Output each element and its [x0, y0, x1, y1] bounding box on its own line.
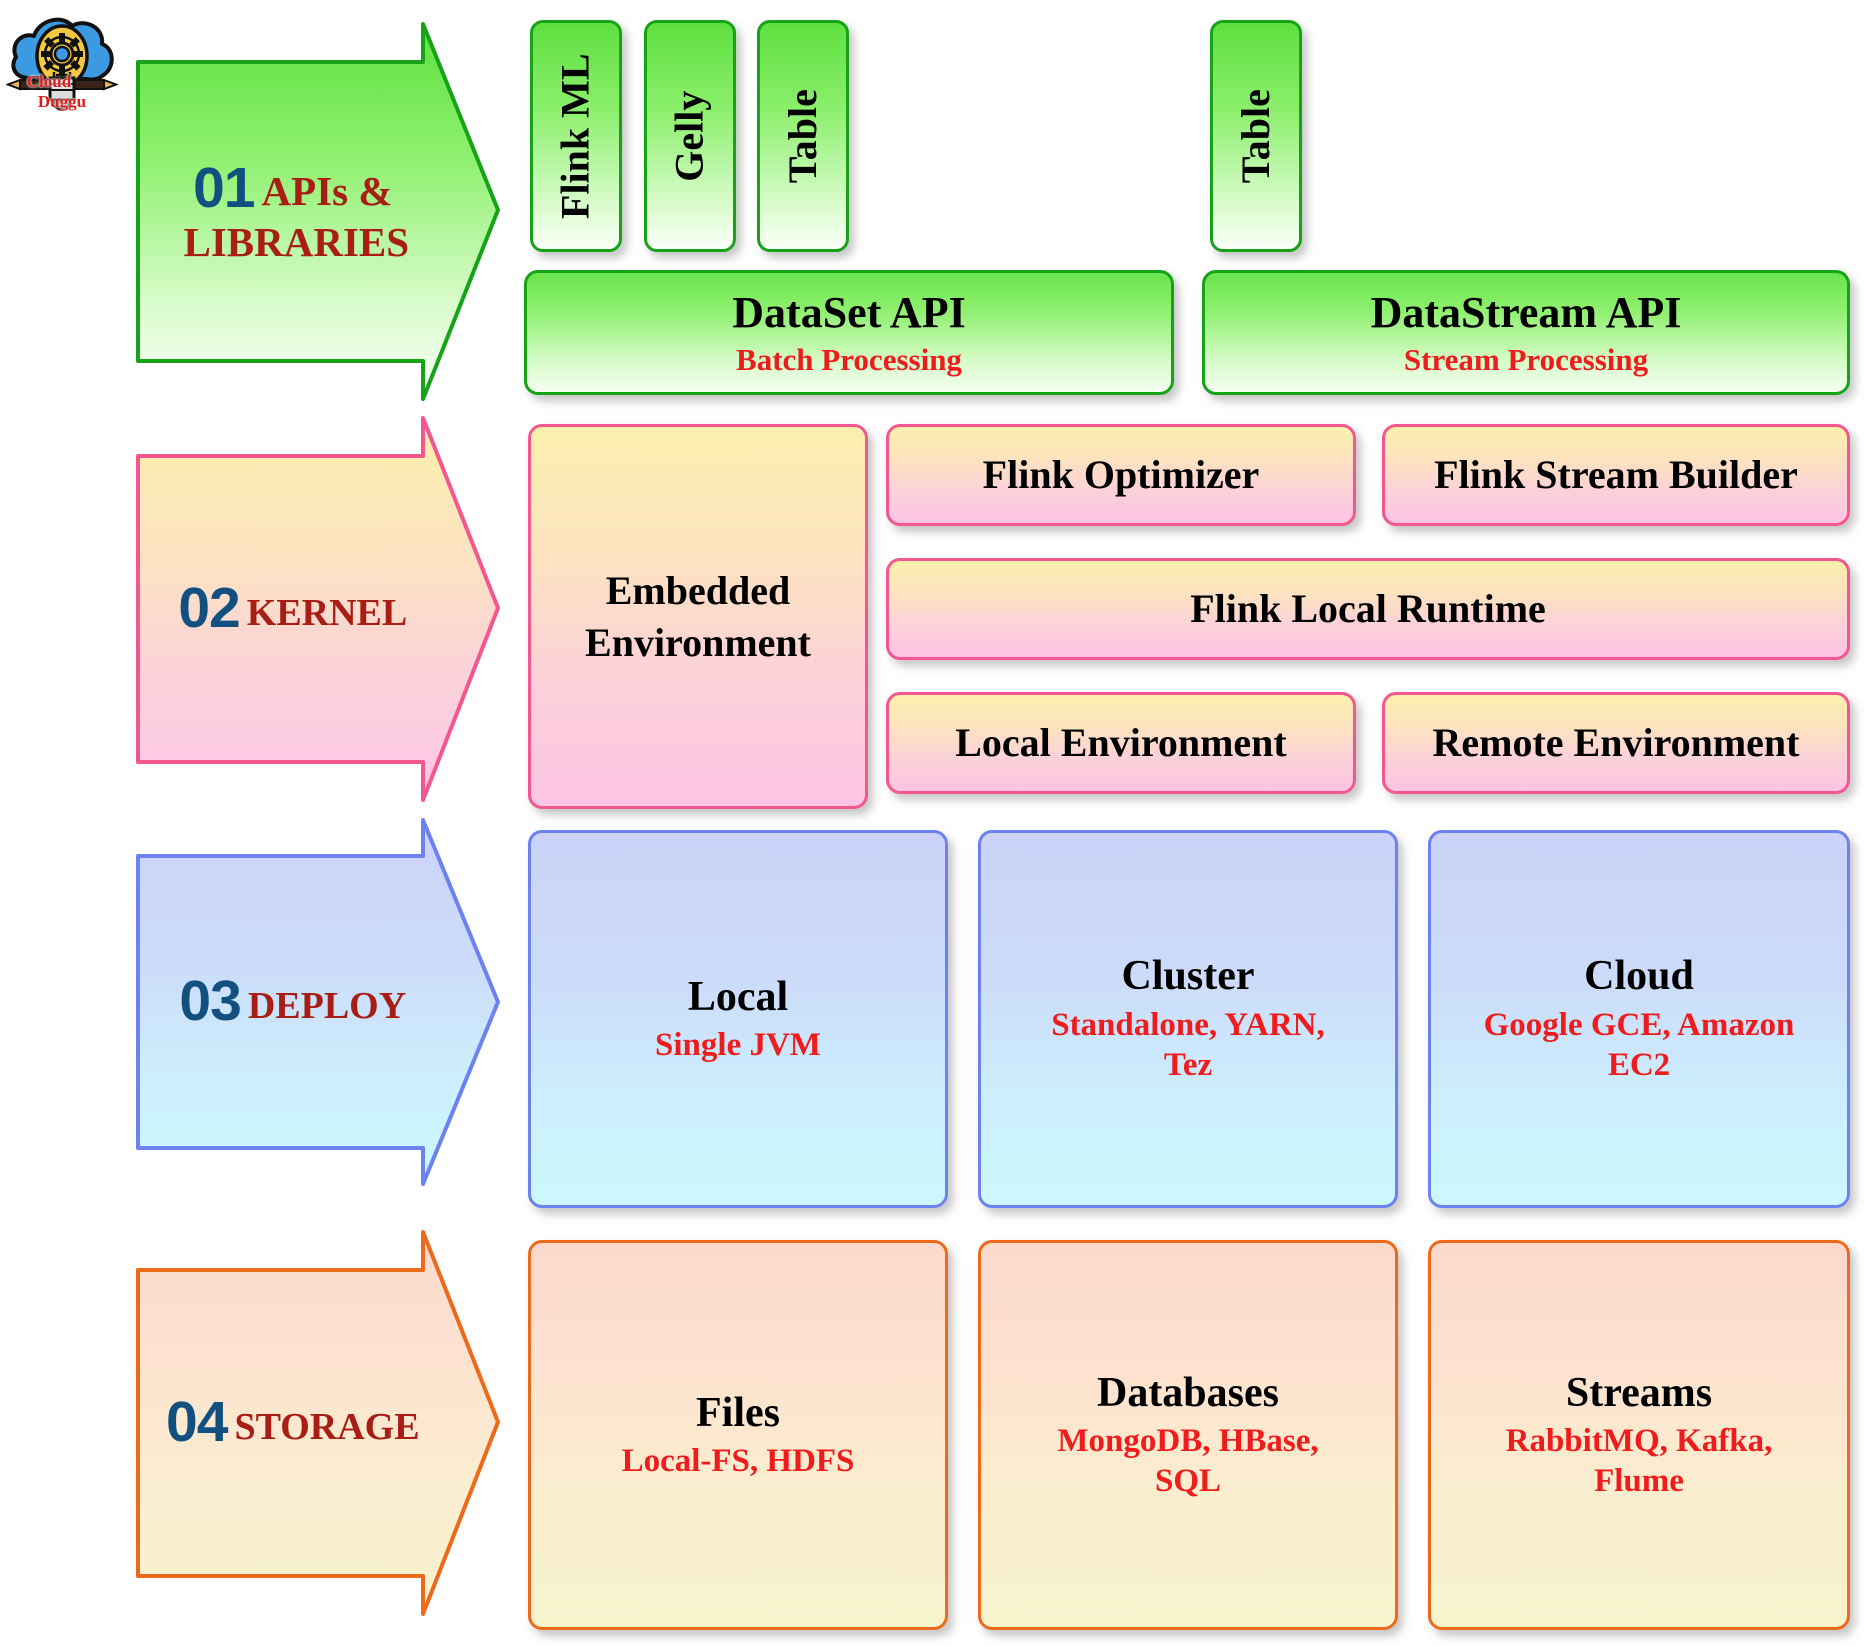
layer-word-03: DEPLOY: [247, 985, 407, 1028]
library-box-label: Table: [1232, 88, 1278, 184]
embedded-environment-title: Embedded Environment: [585, 567, 811, 665]
deploy-cloud-title: Cloud: [1584, 953, 1694, 1000]
library-box-flink-ml[interactable]: Flink ML: [530, 20, 622, 252]
storage-databases-title: Databases: [1096, 1369, 1279, 1416]
deploy-local-box[interactable]: Local Single JVM: [528, 830, 948, 1208]
deploy-local-subtitle: Single JVM: [655, 1027, 821, 1064]
library-box-table-stream[interactable]: Table: [1210, 20, 1302, 252]
datastream-api-title: DataStream API: [1370, 288, 1682, 337]
library-box-label: Flink ML: [552, 53, 598, 219]
library-box-label: Gelly: [666, 90, 712, 182]
deploy-cloud-box[interactable]: Cloud Google GCE, Amazon EC2: [1428, 830, 1850, 1208]
layer-arrow-storage: 04 STORAGE: [136, 1230, 500, 1616]
dataset-api-subtitle: Batch Processing: [736, 342, 962, 378]
layer-number-01: 01: [193, 155, 255, 220]
flink-stream-builder-title: Flink Stream Builder: [1434, 451, 1798, 497]
layer-label-02: 02 KERNEL: [138, 576, 448, 641]
library-box-table-batch[interactable]: Table: [757, 20, 849, 252]
flink-local-runtime-box[interactable]: Flink Local Runtime: [886, 558, 1850, 660]
layer-word-02: KERNEL: [246, 592, 408, 635]
layer-word-04: STORAGE: [234, 1406, 420, 1449]
library-box-gelly[interactable]: Gelly: [644, 20, 736, 252]
local-environment-box[interactable]: Local Environment: [886, 692, 1356, 794]
layer-number-03: 03: [179, 969, 241, 1034]
layer-arrow-apis-libraries: 01 APIs & LIBRARIES: [136, 22, 500, 401]
layer-word-01: APIs &: [261, 167, 393, 214]
library-box-label: Table: [779, 88, 825, 184]
layer-arrow-deploy: 03 DEPLOY: [136, 818, 500, 1186]
layer-label-01: 01 APIs & LIBRARIES: [138, 155, 448, 267]
cloudduggu-logo: CloudDuggu: [5, 4, 119, 114]
remote-environment-title: Remote Environment: [1432, 719, 1800, 765]
flink-optimizer-title: Flink Optimizer: [982, 451, 1260, 497]
deploy-cluster-title: Cluster: [1121, 953, 1255, 1000]
layer-number-04: 04: [166, 1390, 228, 1455]
storage-files-title: Files: [696, 1390, 780, 1437]
dataset-api-box[interactable]: DataSet API Batch Processing: [524, 270, 1174, 395]
layer-word-01b: LIBRARIES: [183, 219, 410, 266]
local-environment-title: Local Environment: [955, 719, 1287, 765]
flink-optimizer-box[interactable]: Flink Optimizer: [886, 424, 1356, 526]
storage-streams-title: Streams: [1565, 1369, 1713, 1416]
deploy-local-title: Local: [687, 973, 789, 1020]
datastream-api-box[interactable]: DataStream API Stream Processing: [1202, 270, 1850, 395]
datastream-api-subtitle: Stream Processing: [1403, 342, 1649, 378]
deploy-cloud-subtitle: Google GCE, Amazon EC2: [1483, 1007, 1795, 1084]
deploy-cluster-subtitle: Standalone, YARN, Tez: [1051, 1007, 1325, 1084]
storage-streams-box[interactable]: Streams RabbitMQ, Kafka, Flume: [1428, 1240, 1850, 1630]
storage-databases-box[interactable]: Databases MongoDB, HBase, SQL: [978, 1240, 1398, 1630]
storage-files-subtitle: Local-FS, HDFS: [621, 1442, 855, 1479]
dataset-api-title: DataSet API: [732, 288, 966, 337]
storage-databases-subtitle: MongoDB, HBase, SQL: [1057, 1422, 1319, 1499]
storage-streams-subtitle: RabbitMQ, Kafka, Flume: [1505, 1422, 1773, 1499]
layer-number-02: 02: [178, 576, 240, 641]
layer-label-03: 03 DEPLOY: [138, 969, 448, 1034]
storage-files-box[interactable]: Files Local-FS, HDFS: [528, 1240, 948, 1630]
flink-local-runtime-title: Flink Local Runtime: [1190, 585, 1546, 631]
embedded-environment-box[interactable]: Embedded Environment: [528, 424, 868, 809]
layer-arrow-kernel: 02 KERNEL: [136, 416, 500, 802]
flink-stream-builder-box[interactable]: Flink Stream Builder: [1382, 424, 1850, 526]
layer-label-04: 04 STORAGE: [138, 1390, 448, 1455]
remote-environment-box[interactable]: Remote Environment: [1382, 692, 1850, 794]
deploy-cluster-box[interactable]: Cluster Standalone, YARN, Tez: [978, 830, 1398, 1208]
